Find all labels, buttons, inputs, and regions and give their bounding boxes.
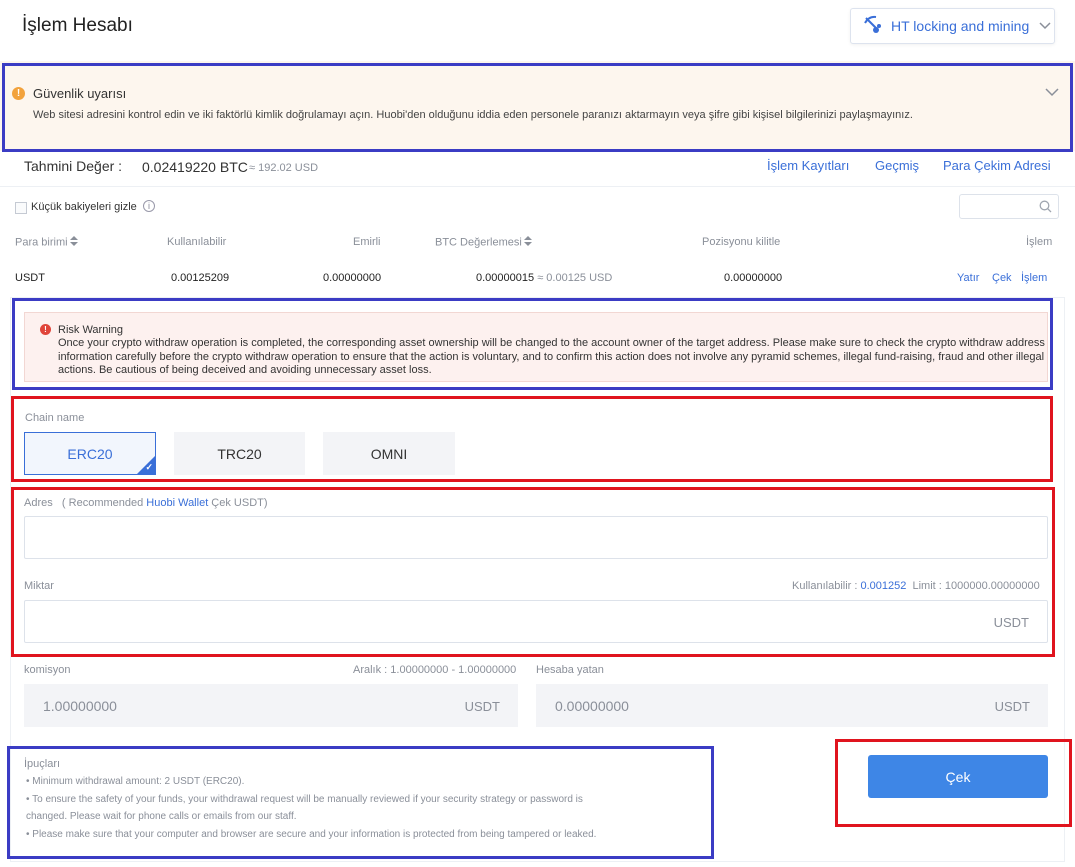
annotation-frame-submit bbox=[835, 739, 1072, 827]
search-icon bbox=[1039, 200, 1052, 218]
table-header-action: İşlem bbox=[1026, 236, 1053, 248]
ht-locking-label: HT locking and mining bbox=[891, 18, 1030, 34]
info-icon[interactable]: i bbox=[143, 200, 155, 212]
fee-field: 1.00000000 USDT bbox=[24, 684, 518, 727]
estimate-usd: ≈ 192.02 USD bbox=[249, 162, 319, 174]
annotation-frame-address-amount bbox=[11, 487, 1055, 657]
estimate-value: 0.02419220 BTC bbox=[142, 159, 248, 175]
fee-unit: USDT bbox=[464, 699, 500, 714]
link-history[interactable]: Geçmiş bbox=[875, 158, 919, 173]
sort-icon bbox=[523, 236, 532, 249]
action-withdraw[interactable]: Çek bbox=[992, 272, 1012, 284]
pickaxe-icon bbox=[863, 14, 883, 39]
received-value: 0.00000000 bbox=[555, 698, 629, 714]
table-header-locked: Pozisyonu kilitle bbox=[702, 236, 781, 248]
table-header-available: Kullanılabilir bbox=[167, 236, 227, 248]
ht-locking-mining-dropdown[interactable]: HT locking and mining bbox=[850, 8, 1055, 44]
sort-icon bbox=[69, 236, 78, 249]
chevron-down-icon bbox=[1039, 17, 1051, 35]
received-unit: USDT bbox=[994, 699, 1030, 714]
link-transaction-records[interactable]: İşlem Kayıtları bbox=[767, 158, 849, 173]
table-header-currency[interactable]: Para birimi bbox=[15, 236, 78, 249]
annotation-frame-tips bbox=[7, 746, 714, 859]
row-ordered: 0.00000000 bbox=[323, 272, 382, 284]
annotation-frame-chain bbox=[11, 396, 1053, 482]
table-header-btc-value[interactable]: BTC Değerlemesi bbox=[435, 236, 532, 249]
divider bbox=[0, 186, 1075, 187]
fee-range: Aralık : 1.00000000 - 1.00000000 bbox=[353, 664, 517, 676]
received-label: Hesaba yatan bbox=[536, 664, 604, 676]
page-title: İşlem Hesabı bbox=[22, 15, 133, 36]
row-currency: USDT bbox=[15, 272, 45, 284]
hide-small-balances-label: Küçük bakiyeleri gizle bbox=[31, 201, 137, 213]
row-btc-value: 0.00000015 ≈ 0.00125 USD bbox=[476, 272, 613, 284]
fee-value: 1.00000000 bbox=[43, 698, 117, 714]
action-trade[interactable]: İşlem bbox=[1021, 272, 1047, 284]
annotation-frame-risk bbox=[12, 298, 1053, 390]
hide-small-balances-checkbox[interactable] bbox=[15, 202, 27, 214]
search-input[interactable] bbox=[959, 194, 1059, 219]
annotation-frame-security bbox=[2, 63, 1073, 152]
table-header-ordered: Emirli bbox=[353, 236, 381, 248]
row-locked: 0.00000000 bbox=[724, 272, 783, 284]
fee-label: komisyon bbox=[24, 664, 71, 676]
link-withdraw-address[interactable]: Para Çekim Adresi bbox=[943, 158, 1051, 173]
received-field: 0.00000000 USDT bbox=[536, 684, 1048, 727]
estimate-label: Tahmini Değer : bbox=[24, 158, 123, 174]
action-deposit[interactable]: Yatır bbox=[957, 272, 979, 284]
row-available: 0.00125209 bbox=[171, 272, 230, 284]
